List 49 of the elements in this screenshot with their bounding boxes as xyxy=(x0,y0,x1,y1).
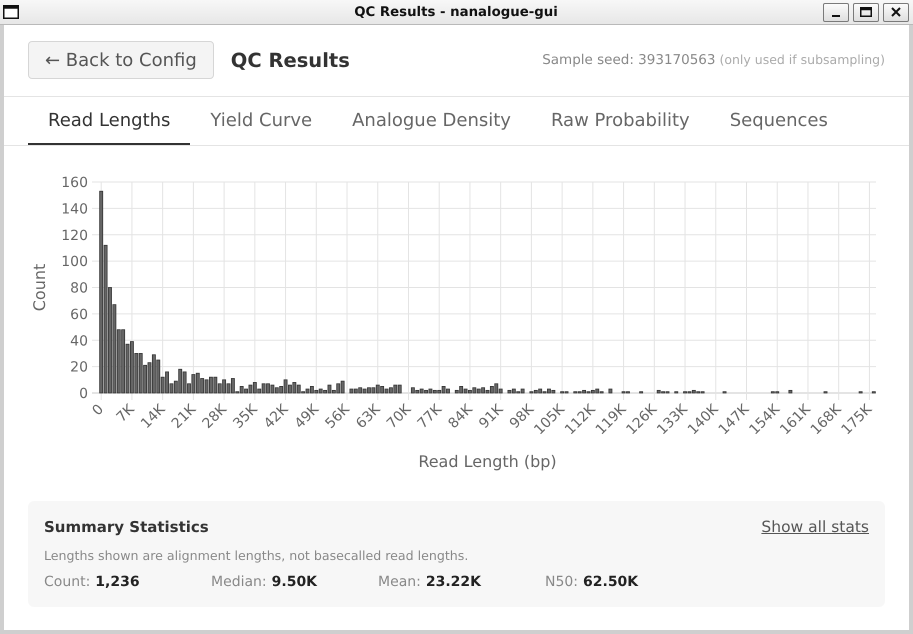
close-icon xyxy=(891,7,901,17)
window-icon xyxy=(3,5,19,19)
stat-value: 62.50K xyxy=(583,573,638,591)
histogram-bar xyxy=(872,391,876,394)
stat-label: N50: xyxy=(545,573,578,591)
tab[interactable]: Analogue Density xyxy=(332,97,531,145)
axis-title: Read Length (bp) xyxy=(418,452,557,471)
summary-title: Summary Statistics xyxy=(44,518,209,536)
maximize-button[interactable] xyxy=(853,2,879,22)
axis-tick-label: 60 xyxy=(70,306,88,323)
stat-value: 1,236 xyxy=(95,573,140,591)
minimize-button[interactable] xyxy=(823,2,849,22)
stat-value: 9.50K xyxy=(272,573,318,591)
histogram-bar xyxy=(722,391,726,394)
axis-tick-label: 0 xyxy=(89,402,108,420)
tab[interactable]: Sequences xyxy=(710,97,848,145)
stat-label: Median: xyxy=(211,573,267,591)
seed-note: (only used if subsampling) xyxy=(719,52,885,67)
histogram-bar xyxy=(674,391,678,394)
histogram-bar xyxy=(824,391,828,394)
histogram-bar xyxy=(858,391,863,394)
axis-tick-label: 0 xyxy=(79,386,88,402)
axis-tick-label: 140 xyxy=(61,201,88,218)
axis-tick-label: 40 xyxy=(70,333,88,350)
close-button[interactable] xyxy=(883,2,909,22)
axis-tick-label: 20 xyxy=(70,360,88,376)
histogram-bar xyxy=(608,388,612,394)
axis-tick-label: 7K xyxy=(114,402,138,426)
stat-value: 23.22K xyxy=(426,573,482,591)
sample-seed: Sample seed: 393170563 xyxy=(542,52,716,68)
axis-tick-label: 80 xyxy=(70,280,88,296)
tab[interactable]: Raw Probability xyxy=(530,97,710,145)
axis-tick-label: 120 xyxy=(61,228,88,244)
histogram-bar xyxy=(639,391,644,394)
tab[interactable]: Yield Curve xyxy=(190,97,332,145)
stat-label: Mean: xyxy=(378,573,421,591)
page-title: QC Results xyxy=(230,48,350,72)
window-title: QC Results - nanalogue-gui xyxy=(354,4,558,20)
stat-label: Count: xyxy=(44,573,90,591)
minimize-icon xyxy=(832,14,840,16)
histogram-bar xyxy=(788,390,792,394)
summary-note: Lengths shown are alignment lengths, not basecalled read lengths. xyxy=(44,548,470,564)
tab[interactable]: Read Lengths xyxy=(28,97,190,145)
back-button[interactable]: ← Back to Config xyxy=(28,41,214,79)
show-all-stats-link[interactable]: Show all stats xyxy=(761,518,869,536)
axis-tick-label: 160 xyxy=(61,175,88,191)
axis-tick-label: 100 xyxy=(61,254,88,270)
maximize-icon xyxy=(860,7,872,17)
axis-title: Count xyxy=(30,264,49,312)
